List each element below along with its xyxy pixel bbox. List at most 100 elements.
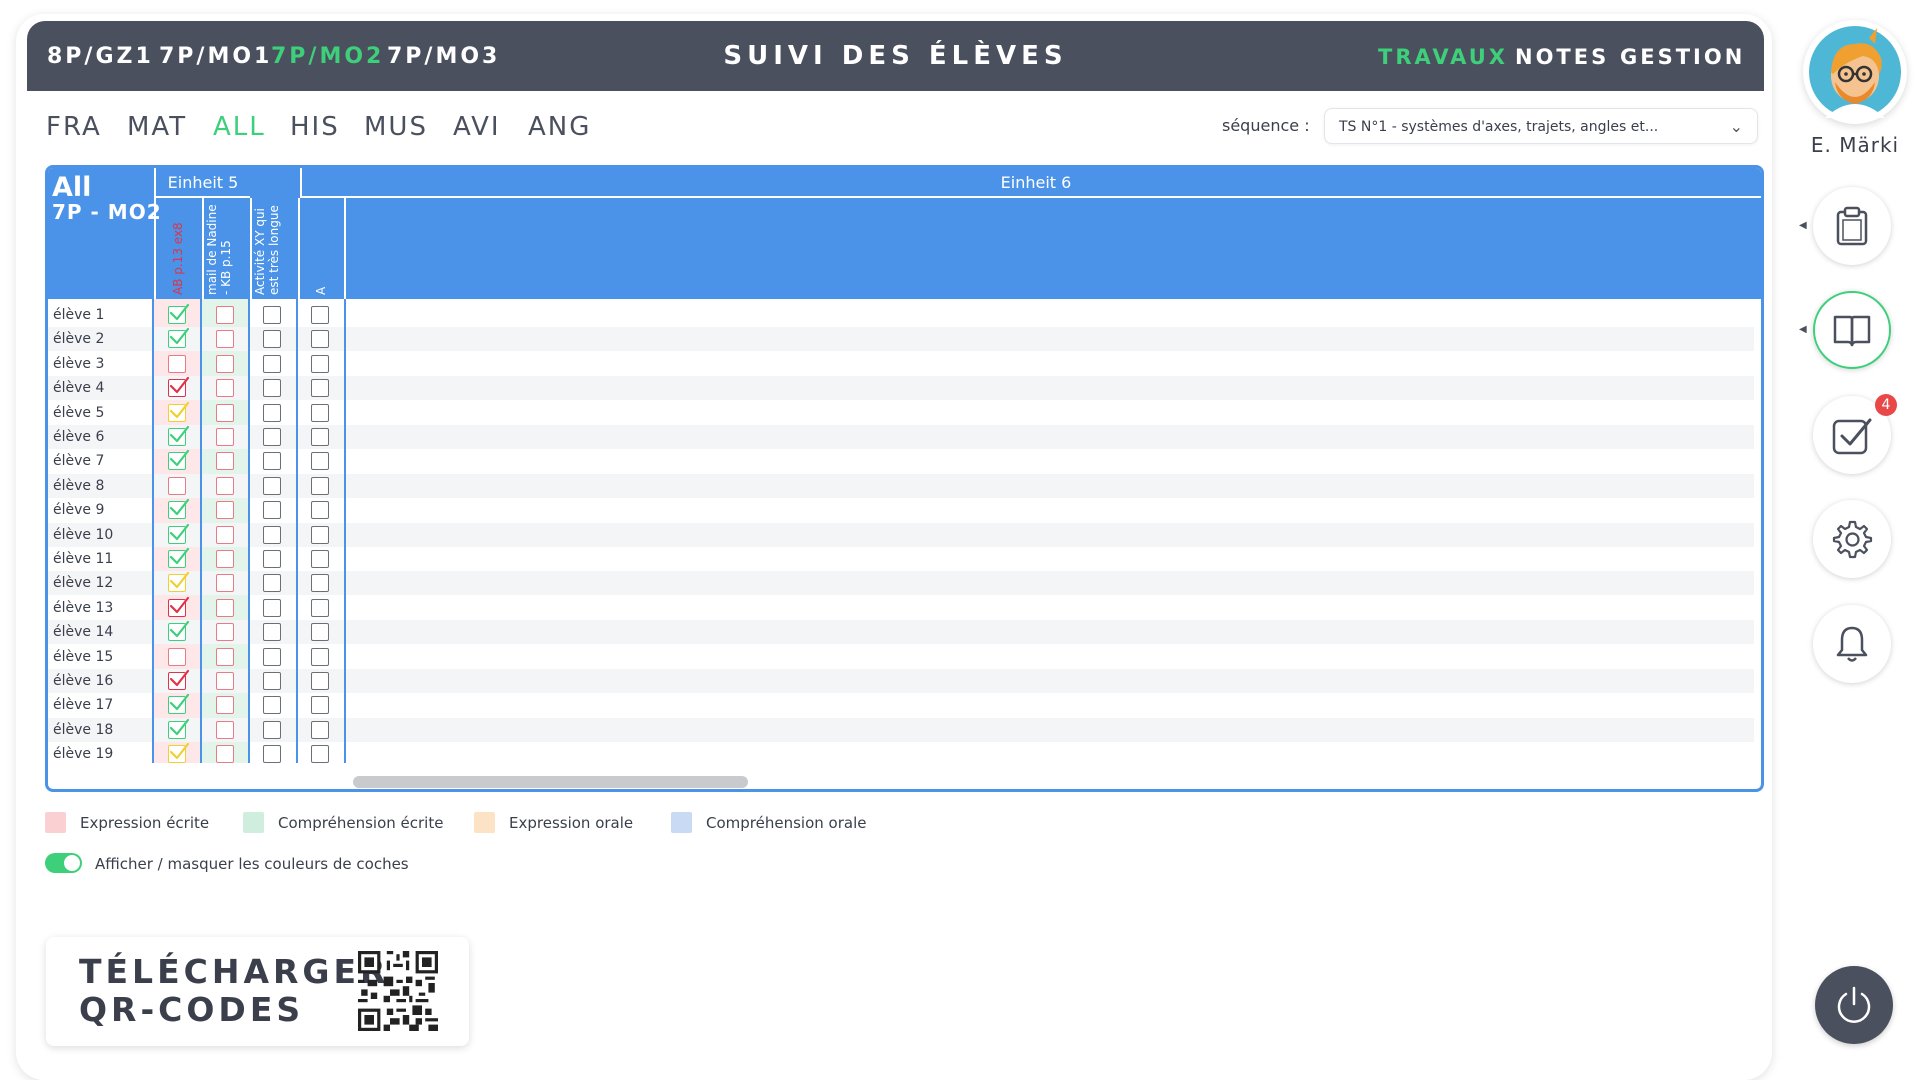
- checkbox[interactable]: [216, 647, 234, 666]
- checkbox[interactable]: [311, 354, 329, 373]
- checkbox[interactable]: [216, 476, 234, 495]
- nav-notes[interactable]: NOTES: [1515, 45, 1609, 69]
- subject-tab-all[interactable]: ALL: [213, 112, 266, 142]
- checkbox[interactable]: [168, 450, 190, 471]
- download-qr-codes-button[interactable]: TÉLÉCHARGER QR-CODES: [46, 937, 469, 1046]
- subject-tab-his[interactable]: HIS: [290, 112, 340, 142]
- checkbox[interactable]: [263, 452, 281, 471]
- book-button[interactable]: [1813, 291, 1891, 369]
- checkbox[interactable]: [168, 328, 190, 349]
- checkbox[interactable]: [216, 696, 234, 715]
- settings-button[interactable]: [1813, 500, 1891, 578]
- checkbox[interactable]: [311, 720, 329, 739]
- checkbox[interactable]: [311, 452, 329, 471]
- checkbox[interactable]: [311, 379, 329, 398]
- checkbox[interactable]: [216, 550, 234, 568]
- checkbox[interactable]: [216, 574, 234, 593]
- checkbox[interactable]: [263, 745, 281, 764]
- checkbox[interactable]: [263, 306, 281, 324]
- nav-travaux[interactable]: TRAVAUX: [1378, 45, 1508, 69]
- checkbox[interactable]: [168, 476, 186, 495]
- user-avatar[interactable]: [1803, 20, 1907, 124]
- checkbox[interactable]: [216, 428, 234, 446]
- checkbox[interactable]: [263, 476, 281, 495]
- checkbox[interactable]: [263, 354, 281, 373]
- checkbox[interactable]: [311, 306, 329, 324]
- checkbox[interactable]: [263, 428, 281, 446]
- column-header[interactable]: AB p.13 ex8: [154, 198, 202, 299]
- checkbox[interactable]: [263, 501, 281, 520]
- checkbox[interactable]: [263, 403, 281, 422]
- checkbox[interactable]: [263, 379, 281, 398]
- checkbox[interactable]: [311, 647, 329, 666]
- checkbox[interactable]: [216, 720, 234, 739]
- checkbox[interactable]: [311, 330, 329, 349]
- checkbox[interactable]: [168, 621, 190, 642]
- checkbox[interactable]: [168, 694, 190, 715]
- checkbox[interactable]: [168, 572, 190, 593]
- checkbox[interactable]: [311, 672, 329, 690]
- checkbox[interactable]: [168, 596, 190, 617]
- checkbox[interactable]: [168, 523, 190, 544]
- checkbox[interactable]: [263, 550, 281, 568]
- clipboard-button[interactable]: [1813, 187, 1891, 265]
- checkbox[interactable]: [168, 499, 190, 520]
- subject-tab-avi[interactable]: AVI: [453, 112, 501, 142]
- checkbox[interactable]: [311, 745, 329, 764]
- checkbox[interactable]: [311, 501, 329, 520]
- checkbox[interactable]: [168, 303, 190, 324]
- column-header[interactable]: Activité XY qui est très longue: [250, 198, 298, 299]
- checkbox[interactable]: [216, 330, 234, 349]
- checkbox[interactable]: [168, 354, 186, 373]
- checkbox[interactable]: [263, 696, 281, 715]
- checkbox[interactable]: [216, 745, 234, 764]
- checkbox[interactable]: [311, 403, 329, 422]
- checkbox[interactable]: [263, 647, 281, 666]
- checkbox[interactable]: [216, 379, 234, 398]
- checkbox[interactable]: [311, 525, 329, 544]
- column-header[interactable]: A: [298, 198, 346, 299]
- checkbox[interactable]: [216, 306, 234, 324]
- checkbox[interactable]: [168, 425, 190, 446]
- checkbox[interactable]: [263, 525, 281, 544]
- checkbox[interactable]: [216, 525, 234, 544]
- checkbox[interactable]: [216, 501, 234, 520]
- checkbox[interactable]: [311, 598, 329, 617]
- horizontal-scrollbar[interactable]: [353, 776, 748, 788]
- logout-button[interactable]: [1815, 966, 1893, 1044]
- subject-tab-ang[interactable]: ANG: [528, 112, 591, 142]
- notifications-button[interactable]: [1813, 605, 1891, 683]
- checkbox[interactable]: [263, 574, 281, 593]
- subject-tab-mus[interactable]: MUS: [364, 112, 428, 142]
- checkbox[interactable]: [168, 669, 190, 690]
- checkbox[interactable]: [168, 647, 186, 666]
- checkbox[interactable]: [311, 550, 329, 568]
- checkbox[interactable]: [216, 452, 234, 471]
- checkbox[interactable]: [168, 718, 190, 739]
- checkbox[interactable]: [263, 598, 281, 617]
- checkbox[interactable]: [168, 743, 190, 764]
- checkbox[interactable]: [216, 598, 234, 617]
- checkbox[interactable]: [168, 547, 190, 568]
- checkbox[interactable]: [168, 377, 190, 398]
- color-toggle[interactable]: [45, 853, 82, 873]
- checkbox[interactable]: [216, 403, 234, 422]
- checkbox[interactable]: [311, 574, 329, 593]
- checkbox[interactable]: [263, 330, 281, 349]
- checkbox[interactable]: [168, 401, 190, 422]
- subject-tab-fra[interactable]: FRA: [46, 112, 102, 142]
- checkbox[interactable]: [263, 720, 281, 739]
- checkbox[interactable]: [263, 623, 281, 642]
- sequence-select[interactable]: TS N°1 - systèmes d'axes, trajets, angle…: [1324, 108, 1758, 144]
- checkbox[interactable]: [311, 428, 329, 446]
- checkbox[interactable]: [263, 672, 281, 690]
- nav-gestion[interactable]: GESTION: [1620, 45, 1745, 69]
- checkbox[interactable]: [216, 623, 234, 642]
- checkbox[interactable]: [216, 672, 234, 690]
- checkbox[interactable]: [311, 623, 329, 642]
- checkbox[interactable]: [311, 476, 329, 495]
- column-header[interactable]: mail de Nadine - KB p.15: [202, 198, 250, 299]
- checkbox[interactable]: [216, 354, 234, 373]
- checkbox[interactable]: [311, 696, 329, 715]
- subject-tab-mat[interactable]: MAT: [127, 112, 187, 142]
